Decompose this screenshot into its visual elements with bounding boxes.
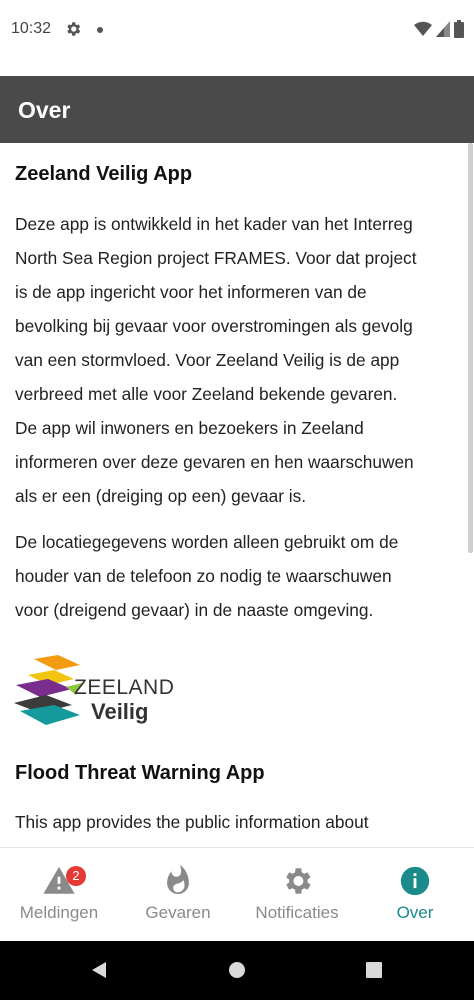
text-line: verbreed met alle voor Zeeland bekende g… [15, 384, 398, 404]
system-navigation-bar [0, 941, 474, 1000]
info-icon [400, 866, 430, 896]
logo-text-veilig: Veilig [91, 699, 149, 724]
wifi-icon [414, 21, 432, 36]
gear-icon [286, 868, 311, 894]
nav-item-over[interactable]: Over [356, 848, 474, 942]
flood-paragraph-1: This app provides the public information… [15, 805, 463, 839]
nav-item-notificaties[interactable]: Notificaties [238, 848, 356, 942]
zeeland-veilig-logo: ZEELAND Veilig [14, 651, 184, 731]
text-line: De locatiegegevens worden alleen gebruik… [15, 532, 399, 552]
cell-signal-icon [436, 21, 450, 37]
logo-text-zeeland: ZEELAND [74, 676, 175, 699]
text-line: is de app ingericht voor het informeren … [15, 282, 367, 302]
nav-item-gevaren[interactable]: Gevaren [119, 848, 237, 942]
nav-label-notificaties: Notificaties [255, 903, 339, 922]
text-line: van een stormvloed. Voor Zeeland Veilig … [15, 350, 400, 370]
text-line: bevolking bij gevaar voor overstromingen… [15, 316, 413, 336]
nav-item-meldingen[interactable]: 2 Meldingen [0, 848, 118, 942]
page-title: Over [18, 97, 71, 123]
about-paragraph-2: De locatiegegevens worden alleen gebruik… [15, 525, 463, 627]
text-line: Deze app is ontwikkeld in het kader van … [15, 214, 413, 234]
section-title-zeeland-veilig: Zeeland Veilig App [15, 163, 193, 185]
fire-icon [167, 864, 189, 895]
text-line: als er een (dreiging op een) gevaar is. [15, 486, 307, 506]
nav-label-over: Over [396, 903, 434, 922]
back-icon[interactable] [90, 961, 108, 979]
home-icon[interactable] [228, 961, 246, 979]
notification-dot-icon [97, 27, 103, 33]
section-title-flood-threat: Flood Threat Warning App [15, 762, 265, 784]
scrollbar-thumb[interactable] [468, 143, 473, 553]
battery-icon [454, 20, 464, 38]
status-time: 10:32 [11, 20, 52, 37]
recents-icon[interactable] [365, 961, 383, 979]
text-line: This app provides the public information… [15, 812, 369, 832]
text-line: informeren over deze gevaren en hen waar… [15, 452, 414, 472]
status-indicators [414, 20, 464, 38]
scrollbar[interactable] [468, 143, 474, 847]
text-line: houder van de telefoon zo nodig te waars… [15, 566, 392, 586]
about-paragraph-1: Deze app is ontwikkeld in het kader van … [15, 207, 463, 513]
text-line: North Sea Region project FRAMES. Voor da… [15, 248, 417, 268]
notification-count-badge: 2 [66, 866, 86, 886]
text-line: voor (dreigend gevaar) in de naaste omge… [15, 600, 374, 620]
status-bar: 10:32 [0, 0, 474, 60]
bottom-navigation: 2 Meldingen Gevaren Notificaties Over [0, 847, 474, 942]
settings-status-icon [67, 22, 81, 36]
nav-label-meldingen: Meldingen [19, 903, 99, 922]
app-bar: Over [0, 76, 474, 143]
nav-label-gevaren: Gevaren [145, 903, 211, 922]
about-content[interactable]: Zeeland Veilig App Deze app is ontwikkel… [0, 143, 474, 847]
text-line: De app wil inwoners en bezoekers in Zeel… [15, 418, 364, 438]
